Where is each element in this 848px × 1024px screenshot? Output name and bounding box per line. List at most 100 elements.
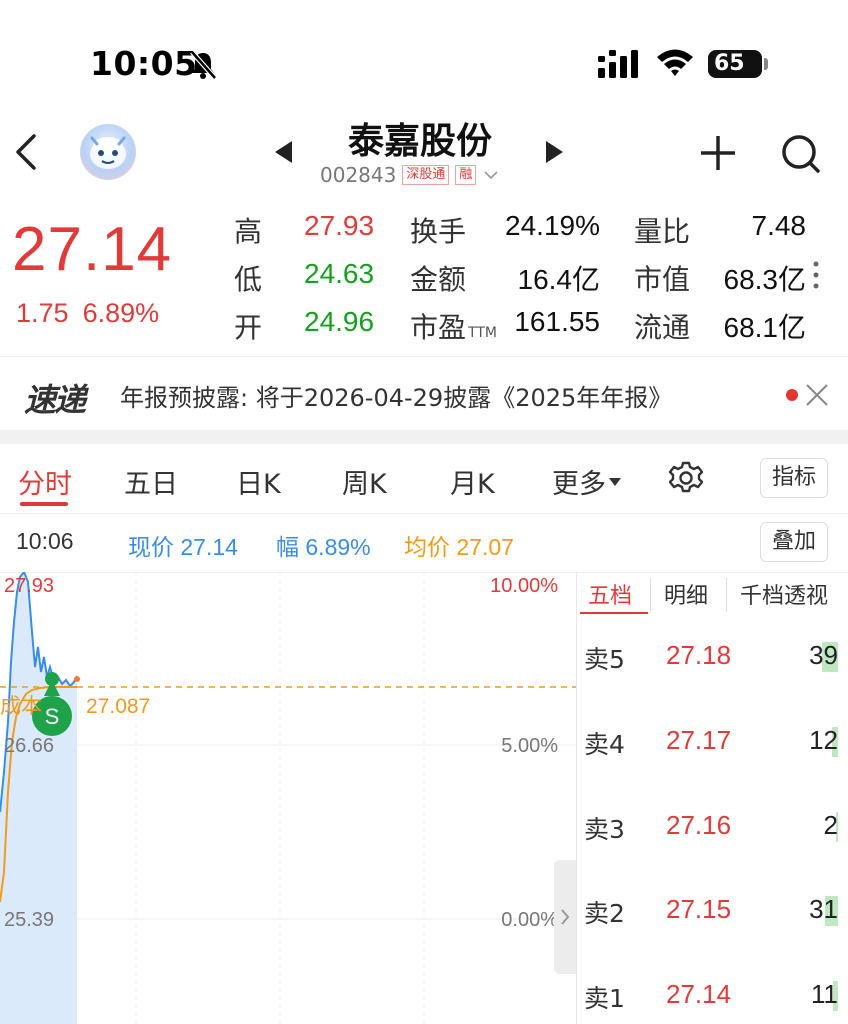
divider [0, 356, 848, 357]
tab-daily-k[interactable]: 日K [236, 462, 281, 501]
crosshair-time: 10:06 [16, 528, 74, 554]
axis-base-price: 25.39 [4, 909, 54, 931]
tab-weekly-k[interactable]: 周K [342, 462, 387, 501]
overlay-button[interactable]: 叠加 [760, 522, 828, 562]
level-label: 卖4 [584, 730, 625, 759]
level-price: 27.16 [666, 810, 732, 840]
low-value: 24.63 [304, 258, 375, 289]
assistant-avatar[interactable] [80, 124, 136, 180]
price-change: 1.75 6.89% [16, 298, 173, 329]
order-book-tab-details[interactable]: 明细 [664, 578, 708, 610]
axis-top-pct: 10.00% [490, 575, 558, 597]
section-gap [0, 430, 848, 444]
turnover-value: 24.19% [505, 210, 600, 241]
level-price: 27.18 [666, 640, 732, 670]
tag-shenzhen-connect: 深股通 [402, 165, 450, 185]
high-label: 高 [234, 215, 263, 248]
status-bar: 10:05 65 [0, 0, 848, 120]
cost-value: 27.087 [86, 695, 150, 718]
open-value: 24.96 [304, 306, 375, 337]
last-price-dot [74, 676, 80, 682]
axis-mid-price: 26.66 [4, 735, 54, 757]
axis-top-price: 27.93 [4, 575, 54, 597]
high-value: 27.93 [304, 210, 375, 241]
active-tab-indicator [20, 502, 68, 506]
float-cap-value: 68.1亿 [723, 312, 807, 343]
level-label: 卖1 [584, 984, 625, 1013]
level-label: 卖5 [584, 645, 625, 674]
chevron-down-icon [484, 171, 498, 180]
intraday-chart[interactable]: S 27.93 10.00% 成本 27.087 26.66 5.00% 25.… [0, 572, 576, 1024]
pe-ttm-suffix: TTM [468, 325, 497, 341]
level-volume: 2 [823, 810, 838, 840]
amount-value: 16.4亿 [517, 264, 601, 295]
battery-cap [764, 58, 768, 70]
float-cap-label: 流通 [634, 311, 691, 344]
order-book-row: 卖5 27.18 39 [578, 640, 848, 680]
unread-dot [786, 389, 798, 401]
market-cap-label: 市值 [634, 263, 691, 296]
order-book-tab-depth[interactable]: 千档透视 [740, 578, 828, 610]
level-label: 卖2 [584, 899, 625, 928]
axis-mid-pct: 5.00% [501, 735, 558, 757]
status-time: 10:05 [90, 44, 198, 83]
change-amount: 1.75 [16, 298, 69, 328]
info-avg-price: 均价 27.07 [404, 534, 514, 560]
price-area-fill [0, 572, 77, 1024]
level-label: 卖3 [584, 815, 625, 844]
stock-code: 002843 [320, 163, 397, 187]
next-stock-icon[interactable] [540, 138, 568, 166]
current-price: 27.14 [12, 215, 173, 284]
tab-five-day[interactable]: 五日 [124, 462, 178, 501]
stock-subtitle[interactable]: 002843 深股通 融 [320, 162, 498, 188]
more-vertical-icon[interactable] [812, 260, 820, 290]
turnover-label: 换手 [410, 215, 467, 248]
tab-separator [650, 578, 651, 612]
volume-ratio-label: 量比 [634, 215, 691, 248]
bell-muted-icon [190, 50, 217, 80]
level-volume: 39 [809, 640, 838, 670]
cellular-signal-icon [598, 50, 638, 78]
battery-indicator: 65 [708, 50, 762, 78]
stock-name: 泰嘉股份 [347, 121, 492, 162]
back-icon[interactable] [8, 130, 44, 174]
news-ticker-text[interactable]: 年报预披露: 将于2026-04-29披露《2025年年报》 [120, 378, 672, 413]
level-price: 27.14 [666, 979, 732, 1009]
news-logo: 速递 [24, 381, 86, 419]
caret-down-icon [609, 477, 621, 486]
indicator-button[interactable]: 指标 [760, 458, 828, 498]
settings-gear-icon[interactable] [668, 460, 704, 496]
panel-divider [576, 572, 577, 1024]
close-icon[interactable] [804, 382, 830, 408]
sell-signal-letter: S [45, 704, 60, 729]
order-book-row: 卖3 27.16 2 [578, 810, 848, 850]
volume-ratio-value: 7.48 [751, 210, 807, 241]
order-book-tab-five-levels[interactable]: 五档 [588, 578, 632, 610]
tab-separator [726, 578, 727, 612]
active-tab-indicator [580, 612, 648, 614]
search-icon[interactable] [780, 133, 822, 175]
pe-value: 161.55 [514, 306, 600, 337]
level-price: 27.17 [666, 725, 732, 755]
add-watchlist-icon[interactable] [698, 133, 738, 173]
change-percent: 6.89% [82, 298, 160, 328]
cost-label: 成本 [0, 694, 42, 718]
order-book-row: 卖2 27.15 31 [578, 894, 848, 934]
info-current-price: 现价 27.14 [128, 534, 238, 560]
tab-more[interactable]: 更多 [552, 462, 621, 501]
tab-intraday[interactable]: 分时 [18, 462, 72, 501]
order-book-row: 卖1 27.14 11 [578, 979, 848, 1019]
order-book-row: 卖4 27.17 12 [578, 725, 848, 765]
wifi-icon [657, 49, 693, 76]
pe-label-text: 市盈 [410, 311, 467, 344]
level-volume: 31 [809, 894, 838, 924]
info-change-pct: 幅 6.89% [276, 534, 371, 560]
tab-more-label: 更多 [552, 469, 606, 500]
low-label: 低 [234, 263, 263, 296]
previous-stock-icon[interactable] [270, 138, 298, 166]
axis-base-pct: 0.00% [501, 909, 558, 931]
market-cap-value: 68.3亿 [723, 264, 807, 295]
open-label: 开 [234, 311, 263, 344]
level-volume: 12 [809, 725, 838, 755]
tab-monthly-k[interactable]: 月K [450, 462, 495, 501]
